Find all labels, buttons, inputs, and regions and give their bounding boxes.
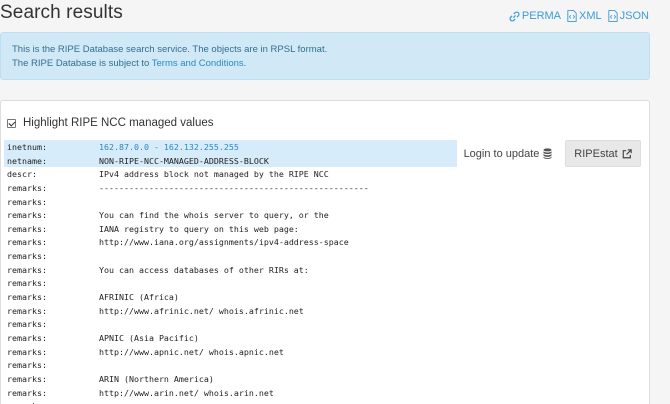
whois-row: remarks: http://www.apnic.net/ whois.apni… xyxy=(7,346,369,360)
whois-attribute-value: http://www.iana.org/assignments/ipv4-add… xyxy=(99,237,349,248)
file-code-icon xyxy=(608,10,618,22)
external-link-icon xyxy=(622,148,632,158)
whois-attribute-key: remarks: xyxy=(7,210,47,221)
whois-attribute-key: inetnum: xyxy=(7,142,47,152)
info-line-1: This is the RIPE Database search service… xyxy=(12,44,328,55)
whois-row: remarks: IANA registry to query on this w… xyxy=(7,223,369,237)
json-label: JSON xyxy=(619,10,649,22)
whois-attribute-value: AFRINIC (Africa) xyxy=(99,292,179,303)
ripestat-label: RIPEstat xyxy=(574,147,618,160)
whois-attribute-value: IANA registry to query on this web page: xyxy=(99,223,299,234)
whois-row: inetnum: 162.87.0.0 - 162.132.255.255 xyxy=(7,141,369,155)
whois-attribute-value: ----------------------------------------… xyxy=(99,182,369,193)
whois-row: remarks: You can access databases of othe… xyxy=(7,264,369,278)
whois-attribute-key: remarks: xyxy=(7,305,47,316)
highlight-checkbox[interactable] xyxy=(7,118,16,128)
login-label: Login to update xyxy=(463,147,540,160)
whois-row: remarks: ARIN (Northern America) xyxy=(7,373,369,387)
whois-attribute-key: remarks: xyxy=(7,319,47,330)
terms-link[interactable]: Terms and Conditions xyxy=(152,58,244,69)
whois-row: remarks: xyxy=(7,359,369,373)
perma-link[interactable]: PERMA xyxy=(509,10,561,22)
info-line-2: The RIPE Database is subject to Terms an… xyxy=(12,57,638,71)
login-to-update-button[interactable]: Login to update xyxy=(456,141,560,166)
whois-row: remarks: http://www.iana.org/assignments/… xyxy=(7,236,369,250)
info-alert: This is the RIPE Database search service… xyxy=(0,32,650,80)
whois-row: remarks: http://www.afrinic.net/ whois.af… xyxy=(7,305,369,319)
whois-attribute-key: remarks: xyxy=(7,278,47,289)
file-code-icon xyxy=(567,10,577,22)
whois-attribute-value: http://www.apnic.net/ whois.apnic.net xyxy=(99,346,284,357)
whois-row: netname: NON-RIPE-NCC-MANAGED-ADDRESS-BLO… xyxy=(7,155,369,169)
highlight-label: Highlight RIPE NCC managed values xyxy=(23,117,214,129)
whois-attribute-key: remarks: xyxy=(7,196,47,207)
whois-attribute-key: netname: xyxy=(7,155,47,166)
whois-attribute-key: remarks: xyxy=(7,223,47,234)
whois-attribute-value: http://www.arin.net/ whois.arin.net xyxy=(99,387,274,398)
info-line-2-prefix: The RIPE Database is subject to xyxy=(12,57,152,69)
whois-attribute-value: APNIC (Asia Pacific) xyxy=(99,332,199,343)
whois-attribute-key: remarks: xyxy=(7,387,47,398)
whois-attribute-value: IPv4 address block not managed by the RI… xyxy=(99,169,329,180)
perma-label: PERMA xyxy=(521,10,562,22)
whois-attribute-key: remarks: xyxy=(7,332,47,343)
whois-attribute-value: http://www.afrinic.net/ whois.afrinic.ne… xyxy=(99,305,304,316)
whois-attribute-key: remarks: xyxy=(7,400,99,404)
whois-row: remarks: AFRINIC (Africa) xyxy=(7,291,369,305)
whois-attribute-value: 162.87.0.0 - 162.132.255.255 xyxy=(99,142,239,152)
whois-row: remarks: xyxy=(7,250,369,264)
whois-attribute-value: ARIN (Northern America) xyxy=(99,373,214,384)
database-icon xyxy=(543,148,552,159)
info-line-2-suffix: . xyxy=(243,57,247,69)
link-icon xyxy=(509,11,520,21)
whois-row: remarks: xyxy=(7,196,369,210)
whois-attribute-key: remarks: xyxy=(7,292,47,303)
whois-attribute-value: NON-RIPE-NCC-MANAGED-ADDRESS-BLOCK xyxy=(99,155,269,166)
whois-row: remarks: You can find the whois server to… xyxy=(7,209,369,223)
whois-row: remarks: xyxy=(7,277,369,291)
whois-object: inetnum: 162.87.0.0 - 162.132.255.255 netn… xyxy=(7,141,369,404)
whois-row: remarks: --------------------------------… xyxy=(7,182,369,196)
ripestat-button[interactable]: RIPEstat xyxy=(565,140,641,167)
whois-attribute-key: remarks: xyxy=(7,264,47,275)
whois-attribute-value: You can find the whois server to query, … xyxy=(99,210,329,221)
whois-row: remarks: xyxy=(7,400,369,404)
whois-row: remarks: xyxy=(7,318,369,332)
whois-attribute-value: You can access databases of other RIRs a… xyxy=(99,264,309,275)
whois-attribute-key: remarks: xyxy=(7,346,47,357)
whois-row: remarks: APNIC (Asia Pacific) xyxy=(7,332,369,346)
whois-attribute-key: remarks: xyxy=(7,360,47,371)
whois-attribute-key: remarks: xyxy=(7,373,47,384)
whois-attribute-key: remarks: xyxy=(7,251,47,262)
highlight-option[interactable]: Highlight RIPE NCC managed values xyxy=(7,117,213,129)
page-title: Search results xyxy=(0,2,123,23)
whois-attribute-key: remarks: xyxy=(7,182,47,193)
xml-link[interactable]: XML xyxy=(567,10,602,22)
whois-row: descr: IPv4 address block not managed by … xyxy=(7,168,369,182)
json-link[interactable]: JSON xyxy=(608,10,649,22)
xml-label: XML xyxy=(579,10,602,22)
whois-attribute-key: descr: xyxy=(7,169,37,180)
whois-attribute-key: remarks: xyxy=(7,237,47,248)
whois-row: remarks: http://www.arin.net/ whois.arin.… xyxy=(7,387,369,401)
format-links: PERMA XML JSON xyxy=(509,10,649,22)
